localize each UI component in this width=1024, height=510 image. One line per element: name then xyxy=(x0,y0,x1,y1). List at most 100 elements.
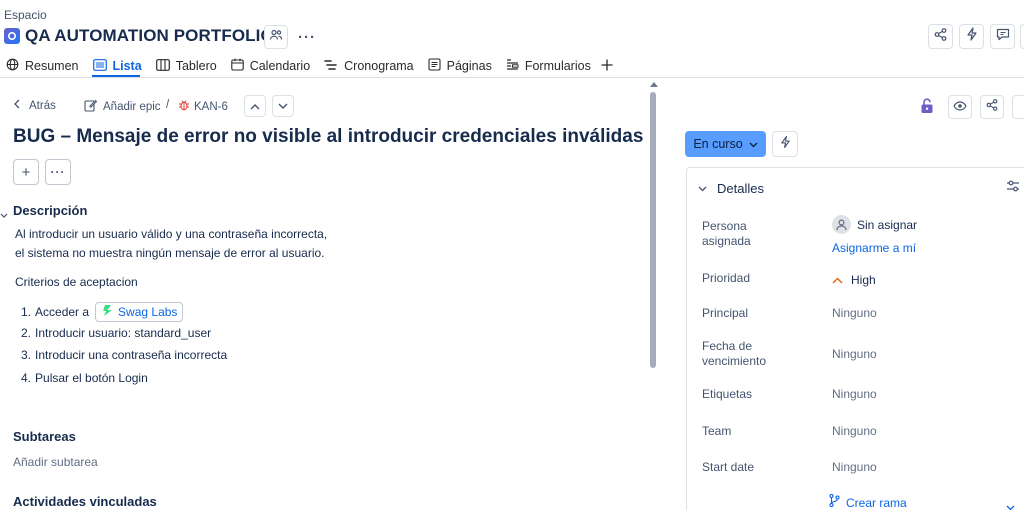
calendar-icon xyxy=(230,58,244,74)
tab-calendario[interactable]: Calendario xyxy=(225,56,318,76)
restrict-access-button[interactable] xyxy=(920,98,934,119)
step-text: Acceder a xyxy=(35,305,90,319)
add-view-button[interactable] xyxy=(599,56,621,76)
issue-key: KAN-6 xyxy=(194,100,228,113)
tab-cronograma[interactable]: Cronograma xyxy=(318,56,421,76)
share-button[interactable] xyxy=(928,24,953,49)
status-dropdown[interactable]: En curso xyxy=(685,131,766,157)
assignee-field[interactable]: Sin asignar xyxy=(832,215,917,234)
header-divider xyxy=(0,77,1024,78)
assignee-label: Persona asignada xyxy=(702,219,751,249)
team-button[interactable] xyxy=(264,25,288,49)
step-4: 4. Pulsar el botón Login xyxy=(21,371,148,385)
development-expand-toggle[interactable] xyxy=(1006,498,1015,510)
scroll-up-arrow[interactable] xyxy=(650,82,658,87)
tab-paginas[interactable]: Páginas xyxy=(422,56,500,76)
bug-icon xyxy=(178,99,190,114)
step-2: 2. Introducir usuario: standard_user xyxy=(21,326,211,340)
next-issue-button[interactable] xyxy=(272,95,294,117)
step-number: 3. xyxy=(21,348,32,362)
tab-label: Resumen xyxy=(25,59,79,73)
step-text: Introducir usuario: standard_user xyxy=(35,326,212,340)
breadcrumb-separator: / xyxy=(166,99,170,111)
tab-label: Páginas xyxy=(446,59,492,73)
priority-high-icon xyxy=(832,271,843,289)
lock-icon xyxy=(920,98,934,118)
step-number: 2. xyxy=(21,326,32,340)
description-heading: Descripción xyxy=(13,203,88,218)
project-more-button[interactable]: ··· xyxy=(296,28,318,46)
status-label: En curso xyxy=(693,137,743,151)
tab-label: Formularios xyxy=(524,59,591,73)
assignee-value: Sin asignar xyxy=(857,217,918,232)
tab-label: Lista xyxy=(112,59,142,73)
details-heading: Detalles xyxy=(717,180,764,196)
chevron-down-icon xyxy=(749,137,758,151)
chevron-down-icon xyxy=(698,179,707,197)
lightning-icon xyxy=(966,27,978,46)
scrollbar-thumb[interactable] xyxy=(650,92,656,368)
labels-value[interactable]: Ninguno xyxy=(832,387,877,401)
issue-key-link[interactable]: KAN-6 xyxy=(178,99,228,114)
back-label: Atrás xyxy=(29,99,56,112)
chevron-down-icon xyxy=(1006,498,1015,510)
create-branch-link[interactable]: Crear rama xyxy=(829,493,907,510)
tab-tablero[interactable]: Tablero xyxy=(150,56,225,76)
assignee-label-line-1: Persona xyxy=(702,219,747,233)
tab-label: Cronograma xyxy=(344,59,414,73)
create-branch-label: Crear rama xyxy=(846,496,907,510)
linked-activities-heading: Actividades vinculadas xyxy=(13,494,157,509)
issue-more-button[interactable]: ··· xyxy=(45,159,71,185)
feedback-button[interactable] xyxy=(990,24,1015,49)
share-icon xyxy=(934,27,947,46)
configure-fields-button[interactable] xyxy=(1006,179,1020,197)
swag-labs-link[interactable]: Swag Labs xyxy=(95,302,184,322)
globe-icon xyxy=(6,58,19,74)
assignee-label-line-2: asignada xyxy=(702,234,751,248)
issue-title[interactable]: BUG – Mensaje de error no visible al int… xyxy=(13,126,643,148)
team-label: Team xyxy=(702,424,732,438)
issue-share-button[interactable] xyxy=(980,95,1004,119)
description-line-2: el sistema no muestra ningún mensaje de … xyxy=(15,246,325,260)
project-icon xyxy=(4,28,20,44)
list-icon xyxy=(92,58,107,74)
swag-labs-link-label: Swag Labs xyxy=(118,305,178,319)
share-icon xyxy=(986,98,998,116)
status-automation-button[interactable] xyxy=(772,131,798,157)
parent-value[interactable]: Ninguno xyxy=(832,306,877,320)
pages-icon xyxy=(428,58,441,74)
details-toggle[interactable]: Detalles xyxy=(698,179,764,197)
description-collapse-toggle[interactable] xyxy=(0,206,8,224)
start-date-value[interactable]: Ninguno xyxy=(832,460,877,474)
previous-issue-button[interactable] xyxy=(244,95,266,117)
forms-icon xyxy=(506,58,519,74)
priority-label: Prioridad xyxy=(702,271,751,285)
tab-resumen[interactable]: Resumen xyxy=(0,56,87,76)
start-date-label: Start date xyxy=(702,460,755,474)
add-subtask-link[interactable]: Añadir subtarea xyxy=(13,455,98,469)
step-number: 1. xyxy=(21,305,32,319)
automation-button[interactable] xyxy=(959,24,984,49)
timeline-icon xyxy=(324,59,338,74)
tab-formularios[interactable]: Formularios xyxy=(500,56,599,76)
due-date-label: Fecha de vencimiento xyxy=(702,339,766,369)
project-title[interactable]: QA AUTOMATION PORTFOLIO xyxy=(25,26,274,46)
due-date-value[interactable]: Ninguno xyxy=(832,347,877,361)
parent-label: Principal xyxy=(702,306,749,320)
step-3: 3. Introducir una contraseña incorrecta xyxy=(21,348,227,362)
issue-more-actions-button[interactable] xyxy=(1012,95,1024,119)
tab-lista[interactable]: Lista xyxy=(87,56,150,76)
board-icon xyxy=(155,58,170,74)
team-value[interactable]: Ninguno xyxy=(832,424,877,438)
fullscreen-button[interactable] xyxy=(1020,24,1024,49)
step-text: Pulsar el botón Login xyxy=(35,371,148,385)
back-link[interactable]: Atrás xyxy=(13,99,56,112)
watch-button[interactable] xyxy=(948,95,972,119)
chevron-left-icon xyxy=(13,99,21,112)
priority-field[interactable]: High xyxy=(832,271,876,289)
step-number: 4. xyxy=(21,371,32,385)
add-content-button[interactable]: + xyxy=(13,159,39,185)
add-epic-link[interactable]: Añadir epic xyxy=(84,99,161,115)
plus-icon xyxy=(601,59,613,74)
assign-to-me-link[interactable]: Asignarme a mí xyxy=(832,241,916,255)
